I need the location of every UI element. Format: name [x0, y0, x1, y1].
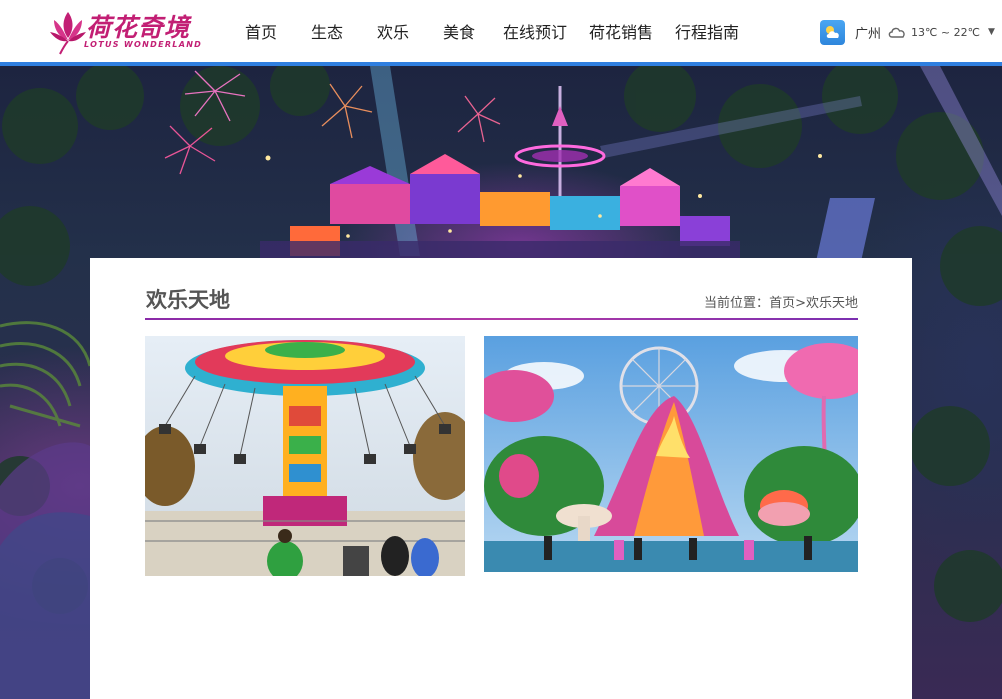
nav-item-food[interactable]: 美食 — [426, 0, 492, 62]
logo-name-en: LOTUS WONDERLAND — [84, 40, 203, 49]
photo-fantasy-lotus-park[interactable] — [484, 336, 858, 572]
cloud-icon — [888, 27, 905, 38]
site-logo[interactable]: 荷花奇境 LOTUS WONDERLAND — [48, 6, 208, 58]
nav-item-home[interactable]: 首页 — [228, 0, 294, 62]
photo-swing-carousel[interactable] — [145, 336, 465, 576]
site-header: 荷花奇境 LOTUS WONDERLAND 首页 生态 欢乐 美食 在线预订 荷… — [0, 0, 1002, 62]
breadcrumb: 当前位置：首页>欢乐天地 — [704, 292, 858, 311]
nav-item-booking[interactable]: 在线预订 — [492, 0, 578, 62]
breadcrumb-separator: > — [795, 296, 806, 311]
weather-city: 广州 — [855, 26, 882, 42]
nav-item-ecology[interactable]: 生态 — [294, 0, 360, 62]
logo-name-cn: 荷花奇境 — [86, 13, 191, 42]
nav-item-travel-guide[interactable]: 行程指南 — [664, 0, 750, 62]
weather-sun-cloud-icon — [820, 19, 845, 45]
title-underline — [145, 318, 858, 320]
nav-item-fun[interactable]: 欢乐 — [360, 0, 426, 62]
caret-down-icon[interactable]: ▼ — [988, 27, 995, 37]
content-panel: 欢乐天地 当前位置：首页>欢乐天地 — [90, 258, 912, 699]
weather-temperature: 13℃ ~ 22℃ — [911, 25, 980, 39]
lotus-logo-icon — [50, 12, 86, 55]
breadcrumb-prefix: 当前位置： — [704, 296, 770, 311]
weather-widget[interactable]: 广州 13℃ ~ 22℃ ▼ — [820, 18, 995, 46]
page-title: 欢乐天地 — [146, 288, 230, 312]
breadcrumb-home-link[interactable]: 首页 — [769, 296, 795, 311]
breadcrumb-current: 欢乐天地 — [805, 296, 858, 311]
main-nav: 首页 生态 欢乐 美食 在线预订 荷花销售 行程指南 — [228, 0, 750, 62]
nav-item-lotus-sales[interactable]: 荷花销售 — [578, 0, 664, 62]
